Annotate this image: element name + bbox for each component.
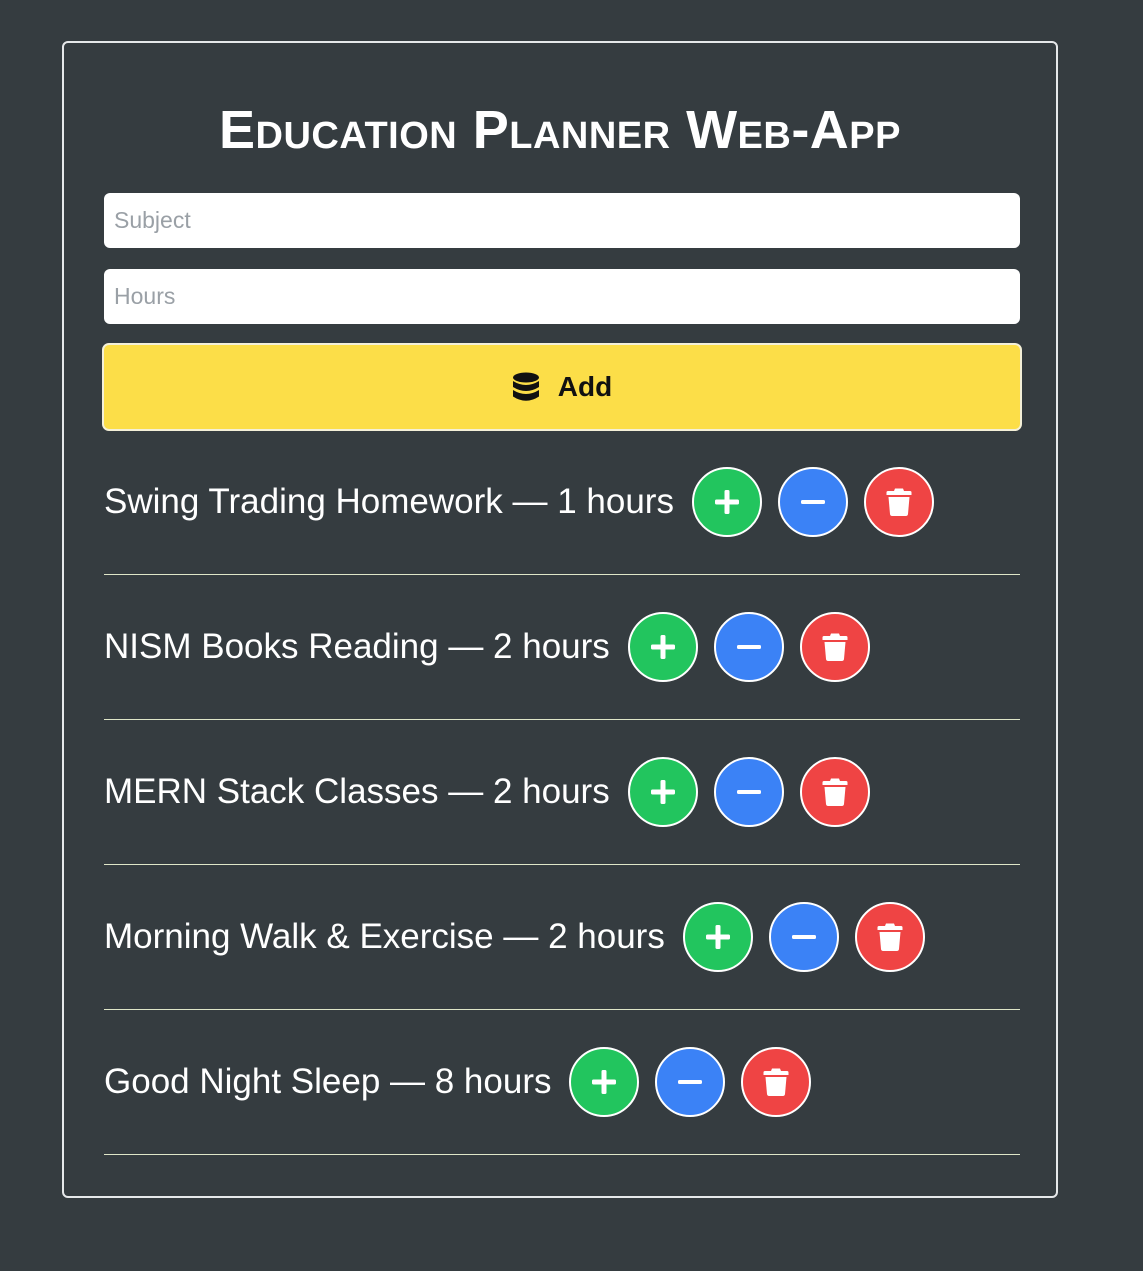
plus-icon bbox=[648, 632, 678, 662]
task-list: Swing Trading Homework — 1 hours NISM Boo… bbox=[104, 430, 1020, 1155]
task-item: NISM Books Reading — 2 hours bbox=[104, 575, 1020, 720]
decrease-hours-button[interactable] bbox=[713, 757, 784, 827]
trash-icon bbox=[822, 632, 848, 662]
trash-icon bbox=[877, 922, 903, 952]
plus-icon bbox=[712, 487, 742, 517]
task-label: NISM Books Reading — 2 hours bbox=[104, 627, 610, 666]
trash-icon bbox=[822, 777, 848, 807]
decrease-hours-button[interactable] bbox=[768, 902, 839, 972]
page-title: Education Planner Web-App bbox=[218, 100, 901, 160]
minus-icon bbox=[675, 1067, 705, 1097]
add-button-label: Add bbox=[557, 371, 613, 402]
delete-task-button[interactable] bbox=[854, 902, 925, 972]
delete-task-button[interactable] bbox=[741, 1047, 812, 1117]
planner-card: Education Planner Web-App Add Swing Trad… bbox=[62, 41, 1058, 1198]
plus-icon bbox=[703, 922, 733, 952]
decrease-hours-button[interactable] bbox=[713, 612, 784, 682]
subject-input[interactable] bbox=[104, 193, 1020, 248]
increase-hours-button[interactable] bbox=[627, 612, 698, 682]
plus-icon bbox=[648, 777, 678, 807]
delete-task-button[interactable] bbox=[799, 757, 870, 827]
task-item: Swing Trading Homework — 1 hours bbox=[104, 430, 1020, 575]
task-label: Morning Walk & Exercise — 2 hours bbox=[104, 917, 665, 956]
task-item: Morning Walk & Exercise — 2 hours bbox=[104, 865, 1020, 1010]
database-icon bbox=[512, 372, 540, 402]
minus-icon bbox=[798, 487, 828, 517]
decrease-hours-button[interactable] bbox=[777, 467, 848, 537]
hours-input[interactable] bbox=[104, 269, 1020, 324]
plus-icon bbox=[589, 1067, 619, 1097]
increase-hours-button[interactable] bbox=[627, 757, 698, 827]
delete-task-button[interactable] bbox=[863, 467, 934, 537]
increase-hours-button[interactable] bbox=[691, 467, 762, 537]
minus-icon bbox=[789, 922, 819, 952]
minus-icon bbox=[734, 777, 764, 807]
increase-hours-button[interactable] bbox=[682, 902, 753, 972]
task-label: MERN Stack Classes — 2 hours bbox=[104, 772, 610, 811]
delete-task-button[interactable] bbox=[799, 612, 870, 682]
task-label: Swing Trading Homework — 1 hours bbox=[104, 482, 674, 521]
decrease-hours-button[interactable] bbox=[655, 1047, 726, 1117]
task-item: MERN Stack Classes — 2 hours bbox=[104, 720, 1020, 865]
minus-icon bbox=[734, 632, 764, 662]
increase-hours-button[interactable] bbox=[569, 1047, 640, 1117]
task-label: Good Night Sleep — 8 hours bbox=[104, 1062, 552, 1101]
trash-icon bbox=[763, 1067, 789, 1097]
trash-icon bbox=[886, 487, 912, 517]
add-button[interactable]: Add bbox=[102, 343, 1022, 431]
task-item: Good Night Sleep — 8 hours bbox=[104, 1010, 1020, 1155]
